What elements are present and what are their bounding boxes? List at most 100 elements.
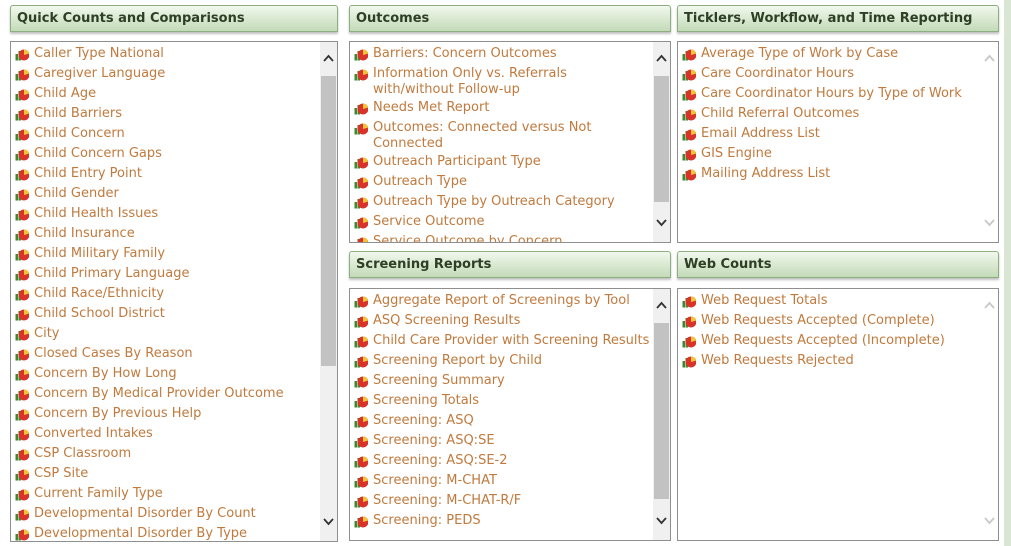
report-link[interactable]: Concern By How Long <box>11 364 317 384</box>
report-link[interactable]: Child Entry Point <box>11 164 317 184</box>
report-link[interactable]: Screening: ASQ:SE <box>350 431 650 451</box>
report-link-label: Converted Intakes <box>34 426 153 441</box>
report-link[interactable]: Screening: ASQ:SE-2 <box>350 451 650 471</box>
vertical-scrollbar[interactable] <box>653 42 670 242</box>
scroll-up-arrow-icon[interactable] <box>320 51 337 68</box>
report-link[interactable]: Aggregate Report of Screenings by Tool <box>350 291 650 311</box>
report-chart-icon <box>682 336 697 348</box>
report-link[interactable]: Child Concern <box>11 124 317 144</box>
report-link[interactable]: Converted Intakes <box>11 424 317 444</box>
vertical-scrollbar[interactable] <box>981 42 998 242</box>
report-link[interactable]: CSP Classroom <box>11 444 317 464</box>
report-link[interactable]: Web Requests Accepted (Complete) <box>678 311 978 331</box>
report-link[interactable]: Outreach Type <box>350 172 650 192</box>
report-chart-icon <box>682 316 697 328</box>
report-link[interactable]: Child Military Family <box>11 244 317 264</box>
scroll-down-arrow-icon[interactable] <box>653 216 670 233</box>
report-link[interactable]: Outreach Type by Outreach Category <box>350 192 650 212</box>
report-list[interactable]: Caller Type National Caregiver Language Ch… <box>10 41 338 542</box>
report-link[interactable]: Child Insurance <box>11 224 317 244</box>
report-list[interactable]: Average Type of Work by Case Care Coordin… <box>677 41 999 243</box>
panel-header: Quick Counts and Comparisons <box>10 5 338 32</box>
report-link[interactable]: Service Outcome by Concern <box>350 232 650 242</box>
report-link[interactable]: Screening Summary <box>350 371 650 391</box>
report-link-label: City <box>34 326 60 341</box>
report-link[interactable]: Child Gender <box>11 184 317 204</box>
report-link[interactable]: GIS Engine <box>678 144 978 164</box>
report-link[interactable]: Developmental Disorder By Count <box>11 504 317 524</box>
report-link[interactable]: Screening: PEDS <box>350 511 650 531</box>
report-link[interactable]: Mailing Address List <box>678 164 978 184</box>
scrollbar-thumb[interactable] <box>321 76 336 366</box>
vertical-scrollbar[interactable] <box>653 289 670 540</box>
report-link[interactable]: CSP Site <box>11 464 317 484</box>
report-link-label: Concern By How Long <box>34 366 177 381</box>
report-link[interactable]: Outreach Participant Type <box>350 152 650 172</box>
report-link[interactable]: Screening: M-CHAT-R/F <box>350 491 650 511</box>
report-link[interactable]: Concern By Previous Help <box>11 404 317 424</box>
scroll-up-arrow-icon[interactable] <box>653 51 670 68</box>
panel-header: Screening Reports <box>349 251 671 278</box>
report-link[interactable]: Concern By Medical Provider Outcome <box>11 384 317 404</box>
report-chart-icon <box>354 476 369 488</box>
report-link[interactable]: Information Only vs. Referrals with/with… <box>350 64 650 98</box>
report-link-label: Barriers: Concern Outcomes <box>373 46 557 61</box>
vertical-scrollbar[interactable] <box>981 289 998 540</box>
report-link[interactable]: Email Address List <box>678 124 978 144</box>
report-link[interactable]: Developmental Disorder By Type <box>11 524 317 541</box>
report-link[interactable]: Child Age <box>11 84 317 104</box>
report-link-label: Email Address List <box>701 126 820 141</box>
report-link[interactable]: Screening: M-CHAT <box>350 471 650 491</box>
report-link[interactable]: Child Primary Language <box>11 264 317 284</box>
report-chart-icon <box>354 157 369 169</box>
report-link[interactable]: Service Outcome <box>350 212 650 232</box>
report-link-label: Web Requests Rejected <box>701 353 854 368</box>
report-link-label: Child Health Issues <box>34 206 159 221</box>
report-link[interactable]: Child Care Provider with Screening Resul… <box>350 331 650 351</box>
scroll-down-arrow-icon[interactable] <box>653 514 670 531</box>
scrollbar-thumb[interactable] <box>654 76 669 202</box>
report-chart-icon <box>682 296 697 308</box>
report-link[interactable]: Caller Type National <box>11 44 317 64</box>
scroll-down-arrow-icon[interactable] <box>981 216 998 233</box>
report-link[interactable]: Screening Totals <box>350 391 650 411</box>
report-link[interactable]: Child Barriers <box>11 104 317 124</box>
report-link[interactable]: Child Race/Ethnicity <box>11 284 317 304</box>
report-link[interactable]: Care Coordinator Hours <box>678 64 978 84</box>
report-link[interactable]: Care Coordinator Hours by Type of Work <box>678 84 978 104</box>
report-link[interactable]: Child Health Issues <box>11 204 317 224</box>
report-link[interactable]: Web Request Totals <box>678 291 978 311</box>
report-link[interactable]: Screening Report by Child <box>350 351 650 371</box>
scrollbar-thumb[interactable] <box>654 323 669 499</box>
report-link[interactable]: Child School District <box>11 304 317 324</box>
report-list[interactable]: Aggregate Report of Screenings by Tool AS… <box>349 288 671 541</box>
report-link[interactable]: Outcomes: Connected versus Not Connected <box>350 118 650 152</box>
report-link[interactable]: Barriers: Concern Outcomes <box>350 44 650 64</box>
report-chart-icon <box>354 316 369 328</box>
scroll-down-arrow-icon[interactable] <box>981 514 998 531</box>
scroll-down-arrow-icon[interactable] <box>320 515 337 532</box>
report-link[interactable]: Average Type of Work by Case <box>678 44 978 64</box>
report-items: Barriers: Concern Outcomes Information On… <box>350 44 650 242</box>
report-link[interactable]: Screening: ASQ <box>350 411 650 431</box>
scroll-up-arrow-icon[interactable] <box>653 298 670 315</box>
report-link[interactable]: Caregiver Language <box>11 64 317 84</box>
report-link[interactable]: Current Family Type <box>11 484 317 504</box>
report-list[interactable]: Barriers: Concern Outcomes Information On… <box>349 41 671 243</box>
report-link-label: Outreach Type <box>373 174 467 189</box>
report-link[interactable]: Child Referral Outcomes <box>678 104 978 124</box>
scroll-up-arrow-icon[interactable] <box>981 298 998 315</box>
report-link[interactable]: Web Requests Accepted (Incomplete) <box>678 331 978 351</box>
report-link[interactable]: ASQ Screening Results <box>350 311 650 331</box>
report-link[interactable]: Child Concern Gaps <box>11 144 317 164</box>
report-link[interactable]: Web Requests Rejected <box>678 351 978 371</box>
report-chart-icon <box>682 356 697 368</box>
vertical-scrollbar[interactable] <box>320 42 337 541</box>
scroll-up-arrow-icon[interactable] <box>981 51 998 68</box>
report-link[interactable]: Needs Met Report <box>350 98 650 118</box>
report-link[interactable]: City <box>11 324 317 344</box>
report-list[interactable]: Web Request Totals Web Requests Accepted … <box>677 288 999 541</box>
report-link[interactable]: Closed Cases By Reason <box>11 344 317 364</box>
report-chart-icon <box>354 123 369 135</box>
report-chart-icon <box>15 89 30 101</box>
